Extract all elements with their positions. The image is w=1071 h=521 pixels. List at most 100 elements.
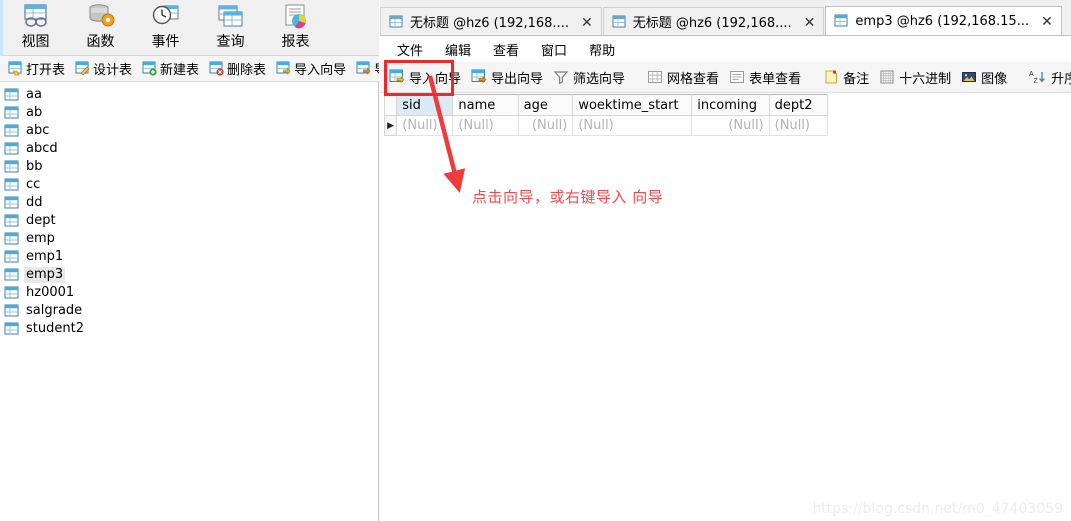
list-item-label: student2 xyxy=(26,321,84,336)
toolbar-button-label: 十六进制 xyxy=(899,71,952,87)
view-icon xyxy=(21,2,51,32)
cell-incoming[interactable]: (Null) xyxy=(691,115,770,136)
export-wizard-button[interactable]: 导出向导 xyxy=(466,65,548,89)
ribbon-tab-label: 事件 xyxy=(151,34,180,50)
data-grid-header-row: sid name age woektime_start incoming dep… xyxy=(383,94,829,116)
document-tab[interactable]: 无标题 @hz6 (192,168.... ✕ xyxy=(602,7,825,35)
cell-age[interactable]: (Null) xyxy=(517,115,574,136)
image-button[interactable]: 图像 xyxy=(956,65,1012,89)
ribbon-tab-label: 查询 xyxy=(216,34,245,50)
table-tab-icon xyxy=(834,14,849,28)
table-item-icon xyxy=(4,232,20,246)
sort-ascending-icon: AZ xyxy=(1029,69,1047,85)
column-header-incoming[interactable]: incoming xyxy=(691,94,770,116)
ribbon-tab-label: 视图 xyxy=(21,34,50,50)
close-icon[interactable]: ✕ xyxy=(1041,14,1053,28)
column-header-woektime-start[interactable]: woektime_start xyxy=(572,94,693,116)
menu-window[interactable]: 窗口 xyxy=(530,38,578,61)
export-wizard-icon xyxy=(356,61,371,76)
open-table-icon xyxy=(8,61,23,76)
menu-edit[interactable]: 编辑 xyxy=(434,38,482,61)
list-item-label: bb xyxy=(26,159,43,174)
cell-sid[interactable]: (Null) xyxy=(396,115,454,136)
list-item[interactable]: dept xyxy=(0,212,378,230)
annotation-text: 点击向导，或右键导入 向导 xyxy=(472,188,664,206)
list-item[interactable]: ab xyxy=(0,104,378,122)
sidebar-button-label: 打开表 xyxy=(26,63,66,78)
import-wizard-button[interactable]: 导入向导 xyxy=(272,58,350,80)
document-tab[interactable]: 无标题 @hz6 (192,168.... ✕ xyxy=(380,7,602,35)
grid-view-button[interactable]: 网格查看 xyxy=(642,65,724,89)
ribbon-tab-view[interactable]: 视图 xyxy=(3,0,68,56)
table-item-icon xyxy=(4,124,20,138)
table-list[interactable]: aa ab abc abcd bb cc dd dept emp emp1 em… xyxy=(0,83,378,521)
form-view-button[interactable]: 表单查看 xyxy=(724,65,806,89)
table-item-icon xyxy=(4,196,20,210)
toolbar-button-label: 升序排序 xyxy=(1051,71,1071,87)
object-type-ribbon: 表 视图 xyxy=(0,0,379,56)
filter-icon xyxy=(553,69,569,85)
export-wizard-button[interactable]: 导出 xyxy=(352,58,379,80)
list-item-label: emp1 xyxy=(26,249,64,264)
list-item[interactable]: cc xyxy=(0,176,378,194)
list-item[interactable]: salgrade xyxy=(0,302,378,320)
sidebar-button-label: 设计表 xyxy=(93,63,133,78)
list-item-emp3[interactable]: emp3 xyxy=(0,266,378,284)
ribbon-tab-event[interactable]: 事件 xyxy=(133,0,198,56)
cell-woektime-start[interactable]: (Null) xyxy=(572,115,693,136)
document-tab-label: emp3 @hz6 (192,168.15... xyxy=(855,13,1030,29)
row-header-corner xyxy=(383,94,398,116)
menu-file[interactable]: 文件 xyxy=(386,38,434,61)
list-item[interactable]: student2 xyxy=(0,320,378,338)
design-table-button[interactable]: 设计表 xyxy=(71,58,136,80)
open-table-button[interactable]: 打开表 xyxy=(4,58,69,80)
cell-name[interactable]: (Null) xyxy=(452,115,519,136)
new-table-button[interactable]: 新建表 xyxy=(138,58,203,80)
list-item[interactable]: bb xyxy=(0,158,378,176)
import-wizard-button[interactable]: 导入向导 xyxy=(384,65,466,89)
filter-wizard-button[interactable]: 筛选向导 xyxy=(548,65,630,89)
column-header-age[interactable]: age xyxy=(517,94,574,116)
hex-button[interactable]: 十六进制 xyxy=(874,65,956,89)
menu-help[interactable]: 帮助 xyxy=(578,38,626,61)
toolbar-button-label: 导入向导 xyxy=(409,71,462,87)
column-header-name[interactable]: name xyxy=(452,94,519,116)
import-wizard-icon xyxy=(276,61,291,76)
menu-view[interactable]: 查看 xyxy=(482,38,530,61)
list-item-label: dd xyxy=(26,195,43,210)
table-row[interactable]: ▶ (Null) (Null) (Null) (Null) (Null) (Nu… xyxy=(383,115,829,136)
column-header-dept2[interactable]: dept2 xyxy=(768,94,829,116)
list-item[interactable]: emp1 xyxy=(0,248,378,266)
close-icon[interactable]: ✕ xyxy=(581,15,593,29)
table-item-icon xyxy=(4,88,20,102)
list-item-label: ab xyxy=(26,105,43,120)
column-header-sid[interactable]: sid xyxy=(396,94,454,116)
grid-view-icon xyxy=(647,69,663,85)
ribbon-tab-function[interactable]: 函数 xyxy=(68,0,133,56)
list-item[interactable]: emp xyxy=(0,230,378,248)
ribbon-tab-query[interactable]: 查询 xyxy=(198,0,263,56)
list-item[interactable]: abcd xyxy=(0,140,378,158)
memo-icon xyxy=(823,69,839,85)
toolbar-button-label: 图像 xyxy=(981,71,1008,87)
cell-dept2[interactable]: (Null) xyxy=(768,115,829,136)
function-icon xyxy=(86,2,116,32)
list-item[interactable]: hz0001 xyxy=(0,284,378,302)
memo-button[interactable]: 备注 xyxy=(818,65,874,89)
table-item-icon xyxy=(4,250,20,264)
delete-table-button[interactable]: 删除表 xyxy=(205,58,270,80)
list-item[interactable]: dd xyxy=(0,194,378,212)
close-icon[interactable]: ✕ xyxy=(804,15,816,29)
document-tab-label: 无标题 @hz6 (192,168.... xyxy=(632,16,792,31)
list-item-label: aa xyxy=(26,87,42,102)
data-grid[interactable]: sid name age woektime_start incoming dep… xyxy=(383,94,829,136)
toolbar-button-label: 表单查看 xyxy=(749,71,802,87)
ribbon-tab-report[interactable]: 报表 xyxy=(263,0,328,56)
list-item[interactable]: abc xyxy=(0,122,378,140)
list-item[interactable]: aa xyxy=(0,86,378,104)
sidebar-toolbar: 打开表 设计表 新建表 删除表 导入向导 xyxy=(0,56,379,82)
sort-ascending-button[interactable]: AZ 升序排序 xyxy=(1024,65,1071,89)
list-item-label: salgrade xyxy=(26,303,83,318)
document-tab-emp3[interactable]: emp3 @hz6 (192,168.15... ✕ xyxy=(825,6,1062,35)
sidebar-button-label: 导入向导 xyxy=(294,63,347,78)
